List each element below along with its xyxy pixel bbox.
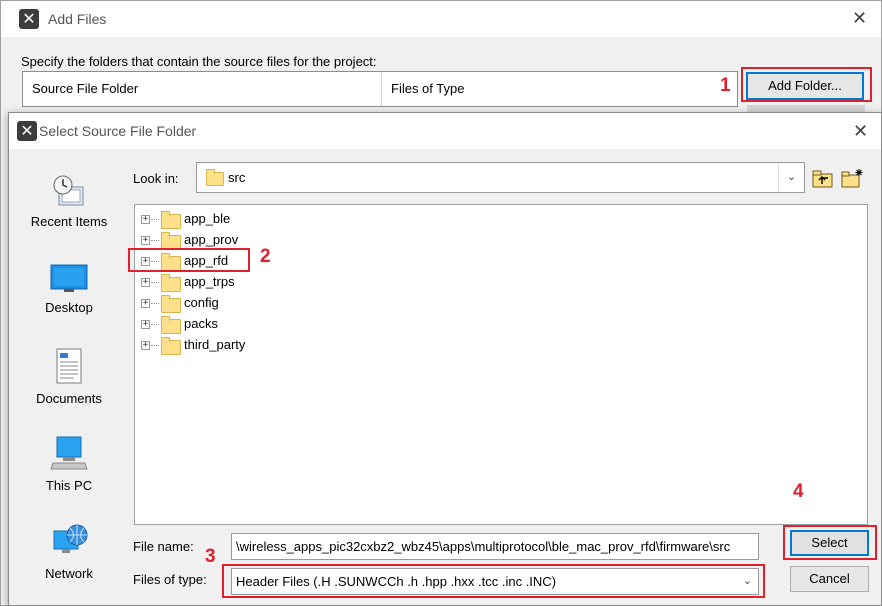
close-icon[interactable]: ✕ (852, 10, 867, 28)
place-recent-items[interactable]: Recent Items (24, 173, 114, 229)
instruction-text: Specify the folders that contain the sou… (21, 54, 377, 69)
file-name-label: File name: (133, 539, 194, 554)
file-name-field[interactable]: \wireless_apps_pic32cxbz2_wbz45\apps\mul… (231, 533, 759, 560)
dialog-titlebar: ✕ Select Source File Folder ✕ (9, 113, 881, 149)
list-item[interactable]: + config (135, 293, 435, 314)
expand-icon[interactable]: + (141, 236, 150, 245)
place-label: Desktop (45, 300, 93, 315)
documents-icon (56, 348, 82, 384)
app-logo-icon: ✕ (17, 121, 37, 141)
select-source-folder-dialog: ✕ Select Source File Folder ✕ Recent Ite… (8, 112, 882, 606)
place-this-pc[interactable]: This PC (24, 435, 114, 493)
app-logo-icon: ✕ (19, 9, 39, 29)
place-desktop[interactable]: Desktop (24, 263, 114, 315)
cancel-button[interactable]: Cancel (790, 566, 869, 592)
folder-label: app_ble (184, 211, 231, 226)
expand-icon[interactable]: + (141, 215, 150, 224)
chevron-down-icon[interactable]: ⌄ (778, 163, 804, 192)
new-folder-icon[interactable] (841, 167, 865, 189)
place-label: Documents (36, 391, 102, 406)
expand-icon[interactable]: + (141, 299, 150, 308)
folder-icon (161, 316, 181, 334)
list-item[interactable]: + app_ble (135, 209, 435, 230)
files-of-type-label: Files of type: (133, 572, 207, 587)
recent-items-icon (53, 175, 84, 206)
folder-icon (161, 295, 181, 313)
column-header-files-of-type[interactable]: Files of Type (382, 72, 737, 106)
annotation-number-4: 4 (793, 481, 804, 502)
add-files-title: Add Files (48, 11, 107, 27)
folder-label: config (184, 295, 219, 310)
place-label: Network (45, 566, 93, 581)
close-icon[interactable]: ✕ (853, 123, 868, 141)
folder-label: packs (184, 316, 218, 331)
highlight-box-4 (783, 525, 877, 560)
desktop-icon (50, 264, 88, 292)
highlight-box-2 (128, 248, 250, 272)
place-label: Recent Items (30, 214, 108, 229)
folder-label: third_party (184, 337, 246, 352)
folder-label: app_trps (184, 274, 235, 289)
folder-icon (206, 169, 224, 186)
highlight-box-3 (222, 564, 765, 598)
annotation-number-2: 2 (260, 246, 271, 267)
source-folders-table[interactable]: Source File Folder Files of Type (22, 71, 738, 107)
look-in-value: src (228, 170, 246, 185)
up-one-level-icon[interactable] (812, 169, 834, 189)
highlight-box-1 (741, 67, 872, 102)
add-files-titlebar: ✕ Add Files ✕ (1, 1, 881, 37)
annotation-number-1: 1 (720, 75, 731, 96)
place-documents[interactable]: Documents (24, 348, 114, 406)
expand-icon[interactable]: + (141, 341, 150, 350)
folder-label: app_prov (184, 232, 239, 247)
folder-icon (161, 337, 181, 355)
list-item[interactable]: + app_trps (135, 272, 435, 293)
annotation-number-3: 3 (205, 546, 216, 567)
folder-icon (161, 211, 181, 229)
look-in-dropdown[interactable]: src ⌄ (196, 162, 805, 193)
list-item[interactable]: + third_party (135, 335, 435, 356)
place-network[interactable]: Network (24, 523, 114, 581)
expand-icon[interactable]: + (141, 278, 150, 287)
look-in-label: Look in: (133, 171, 179, 186)
list-item[interactable]: + packs (135, 314, 435, 335)
place-label: This PC (45, 478, 93, 493)
folder-icon (161, 274, 181, 292)
this-pc-icon (50, 436, 88, 470)
column-header-source-file-folder[interactable]: Source File Folder (23, 72, 380, 106)
dialog-title: Select Source File Folder (39, 123, 197, 139)
expand-icon[interactable]: + (141, 320, 150, 329)
network-icon (53, 524, 88, 553)
